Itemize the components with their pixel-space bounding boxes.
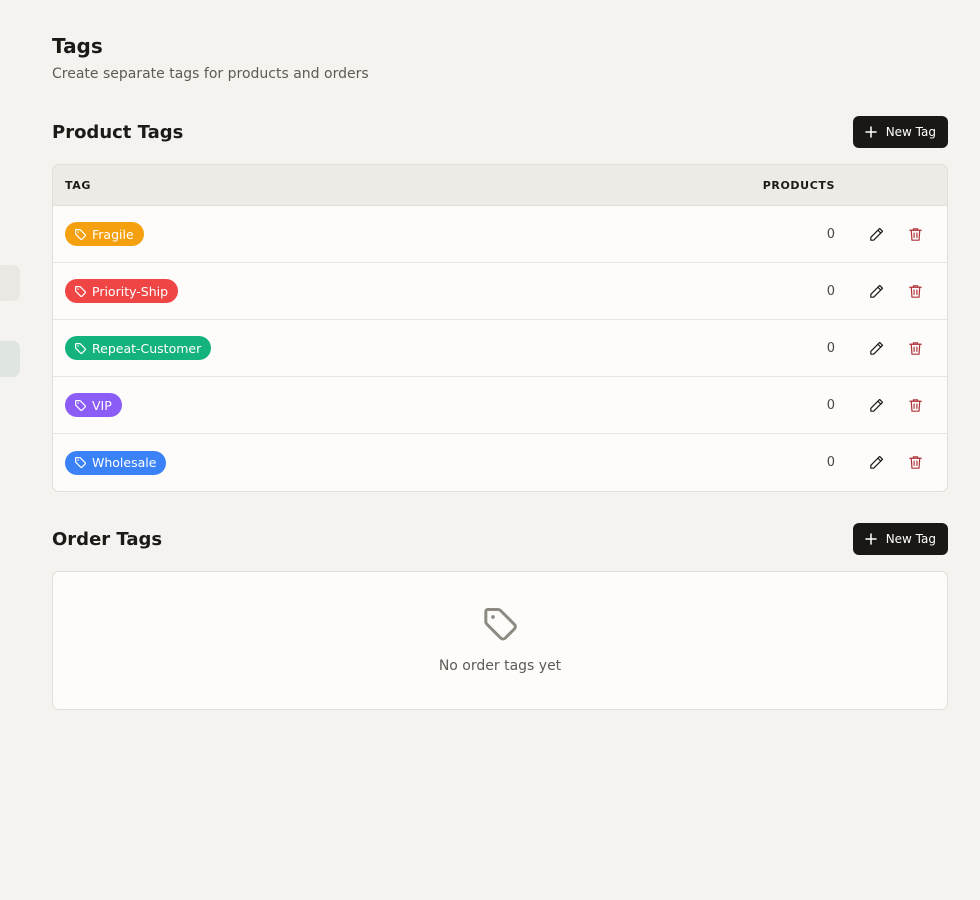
column-header-tag: TAG [65,178,91,192]
product-count: 0 [826,283,835,299]
pencil-icon [869,398,883,412]
trash-icon [908,227,922,241]
delete-tag-button[interactable] [904,337,926,359]
plus-icon [864,533,877,545]
page-title: Tags [52,34,103,58]
column-header-products: PRODUCTS [762,178,835,192]
tag-pill[interactable]: Repeat-Customer [65,336,212,360]
tag-name: Fragile [92,226,134,242]
delete-tag-button[interactable] [904,280,926,302]
product-count: 0 [826,397,835,413]
tag-icon [75,342,86,354]
table-row: Fragile 0 [53,206,947,263]
sidebar-item-stub-active[interactable] [0,341,20,377]
edit-tag-button[interactable] [865,223,887,245]
tag-pill[interactable]: VIP [65,393,122,417]
new-order-tag-label: New Tag [885,532,936,546]
tag-pill[interactable]: Wholesale [65,450,167,475]
table-row: Repeat-Customer 0 [53,320,947,377]
table-row: Priority-Ship 0 [53,263,947,320]
empty-state: No order tags yet [53,572,947,709]
product-tags-header: Product Tags New Tag [52,116,948,148]
table-body: Fragile 0 Priority-Ship 0 Repeat-Customer 0 VI… [53,206,947,491]
new-product-tag-label: New Tag [885,125,936,139]
order-tags-header: Order Tags New Tag [52,523,948,555]
tag-outline-icon [484,608,517,641]
trash-icon [908,398,922,412]
edit-tag-button[interactable] [865,394,887,416]
new-product-tag-button[interactable]: New Tag [852,116,948,148]
delete-tag-button[interactable] [904,452,926,474]
plus-icon [864,126,877,138]
trash-icon [908,284,922,298]
tag-icon [75,285,86,297]
tag-pill[interactable]: Priority-Ship [65,279,179,303]
delete-tag-button[interactable] [904,223,926,245]
tag-icon [75,457,86,468]
page-subtitle: Create separate tags for products and or… [52,66,369,82]
tag-icon [75,228,86,240]
tag-icon [75,399,86,411]
product-tags-title: Product Tags [52,121,184,143]
edit-tag-button[interactable] [865,452,887,474]
tag-name: Wholesale [92,455,157,470]
order-tags-panel: No order tags yet [52,571,948,710]
order-tags-title: Order Tags [52,528,163,550]
trash-icon [908,456,922,469]
tag-name: Priority-Ship [92,283,169,299]
tag-name: Repeat-Customer [92,340,202,356]
product-count: 0 [826,455,835,470]
edit-tag-button[interactable] [865,280,887,302]
sidebar-item-stub[interactable] [0,265,20,301]
table-row: VIP 0 [53,377,947,434]
empty-state-text: No order tags yet [438,658,562,674]
product-count: 0 [826,340,835,356]
product-count: 0 [826,226,835,242]
pencil-icon [869,341,883,355]
pencil-icon [869,455,883,469]
edit-tag-button[interactable] [865,337,887,359]
pencil-icon [869,227,883,241]
tag-name: VIP [92,397,112,413]
table-header: TAG PRODUCTS [53,165,947,206]
table-row: Wholesale 0 [53,434,947,491]
trash-icon [908,341,922,355]
new-order-tag-button[interactable]: New Tag [852,523,948,555]
tag-pill[interactable]: Fragile [65,222,144,246]
delete-tag-button[interactable] [904,394,926,416]
pencil-icon [869,284,883,298]
product-tags-table: TAG PRODUCTS Fragile 0 Priority-Ship 0 Repea… [52,164,948,492]
